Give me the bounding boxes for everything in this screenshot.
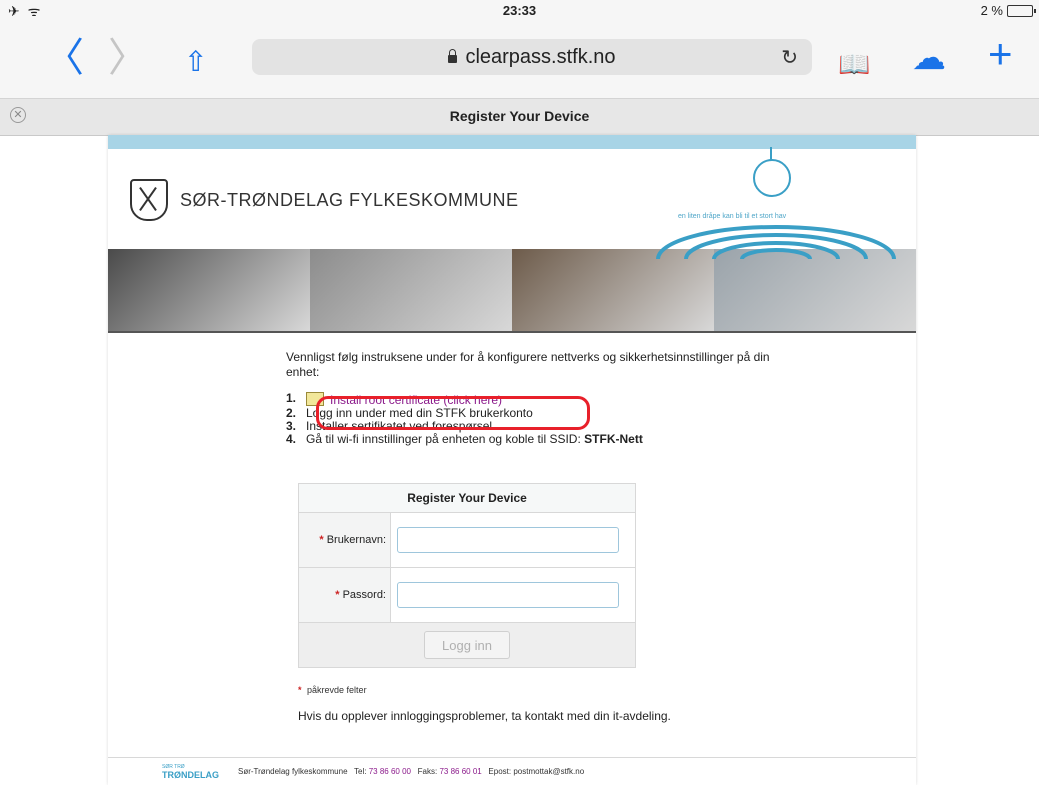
site-header: SØR-TRØNDELAG FYLKESKOMMUNE en liten drå… — [108, 147, 916, 259]
web-page: SØR-TRØNDELAG FYLKESKOMMUNE en liten drå… — [108, 135, 916, 785]
browser-toolbar: 〈 〉 ⇧ clearpass.stfk.no ↻ 📖 ☁ + — [0, 20, 1039, 98]
water-drop-icon — [753, 147, 791, 197]
form-title: Register Your Device — [299, 484, 635, 513]
tab-bar: ✕ Register Your Device — [0, 98, 1039, 136]
required-mark: * — [319, 534, 324, 546]
banner-photo — [714, 249, 916, 331]
username-cell — [391, 513, 635, 567]
required-note-text: påkrevde felter — [307, 685, 367, 695]
password-label: * Passord: — [299, 568, 391, 622]
step-text-main: Gå til wi-fi innstillinger på enheten og… — [306, 432, 581, 446]
share-button[interactable]: ⇧ — [184, 42, 207, 82]
battery-status: 2 % — [980, 3, 1036, 18]
ssid-name: STFK-Nett — [584, 432, 643, 446]
login-form: Register Your Device * Brukernavn: * Passo… — [298, 483, 636, 668]
submit-row: Logg inn — [299, 623, 635, 667]
username-label: * Brukernavn: — [299, 513, 391, 567]
banner-divider — [108, 331, 916, 333]
help-text: Hvis du opplever innloggingsproblemer, t… — [298, 709, 671, 723]
tel-number[interactable]: 73 86 60 00 — [369, 767, 411, 776]
site-footer: SØR TRØ TRØNDELAG Sør-Trøndelag fylkeskom… — [108, 757, 916, 784]
battery-icon — [1007, 4, 1036, 17]
required-mark: * — [335, 589, 340, 601]
password-label-text: Passord: — [342, 589, 386, 601]
clock: 23:33 — [502, 3, 537, 18]
email-link[interactable]: postmottak@stfk.no — [513, 767, 584, 776]
username-input[interactable] — [397, 527, 619, 553]
highlight-annotation — [316, 396, 590, 430]
waves-graphic — [656, 225, 896, 259]
password-row: * Passord: — [299, 568, 635, 623]
bookmarks-button[interactable]: 📖 — [838, 44, 870, 84]
intro-text: Vennligst følg instruksene under for å k… — [286, 350, 770, 379]
reload-button[interactable]: ↻ — [781, 45, 798, 70]
fax-label: Faks: — [417, 766, 438, 776]
battery-percent: 2 % — [980, 3, 1003, 18]
forward-button[interactable]: 〉 — [108, 38, 148, 78]
address-bar[interactable]: clearpass.stfk.no ↻ — [252, 39, 812, 75]
org-logo: SØR-TRØNDELAG FYLKESKOMMUNE — [130, 179, 519, 221]
step-text: Gå til wi-fi innstillinger på enheten og… — [306, 433, 643, 446]
lock-icon — [448, 49, 458, 63]
crest-icon — [130, 179, 168, 221]
login-button[interactable]: Logg inn — [424, 631, 510, 659]
new-tab-button[interactable]: + — [988, 33, 1013, 75]
password-input[interactable] — [397, 582, 619, 608]
photo-banner — [108, 249, 916, 331]
required-note: * påkrevde felter — [298, 685, 367, 695]
footer-org: Sør-Trøndelag fylkeskommune — [238, 766, 348, 776]
username-row: * Brukernavn: — [299, 513, 635, 568]
tel-label: Tel: — [354, 766, 367, 776]
fax-number: 73 86 60 01 — [439, 766, 482, 776]
step-number: 1. — [286, 391, 297, 405]
status-bar: ✈ ᯤ 23:33 2 % — [0, 0, 1039, 20]
banner-photo — [512, 249, 714, 331]
banner-photo — [108, 249, 310, 331]
footer-logo-text: TRØNDELAG — [162, 770, 219, 780]
org-name: SØR-TRØNDELAG FYLKESKOMMUNE — [180, 189, 519, 210]
back-button[interactable]: 〈 — [44, 38, 84, 78]
banner-photo — [310, 249, 512, 331]
footer-contact: Sør-Trøndelag fylkeskommune Tel: 73 86 6… — [238, 767, 584, 776]
list-item: 4. Gå til wi-fi innstillinger på enheten… — [286, 433, 806, 446]
top-stripe — [108, 135, 916, 149]
username-label-text: Brukernavn: — [326, 534, 386, 546]
tab-title[interactable]: Register Your Device — [0, 108, 1039, 124]
step-number: 4. — [286, 432, 297, 446]
footer-logo: SØR TRØ TRØNDELAG — [162, 763, 238, 780]
cloud-tabs-button[interactable]: ☁ — [912, 38, 946, 78]
password-cell — [391, 568, 635, 622]
url-text: clearpass.stfk.no — [465, 45, 616, 68]
email-label: Epost: — [488, 766, 512, 776]
required-mark: * — [298, 685, 302, 695]
